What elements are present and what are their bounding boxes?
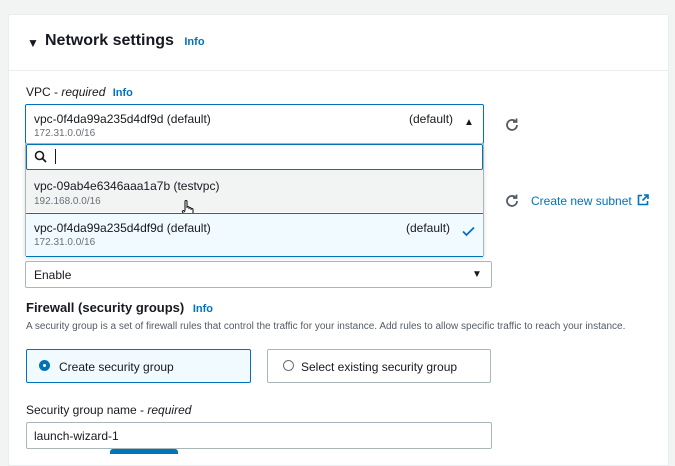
text-cursor (55, 149, 56, 164)
firewall-info-link[interactable]: Info (193, 303, 213, 315)
collapse-caret-icon[interactable]: ▼ (27, 36, 39, 50)
vpc-search-input[interactable] (26, 144, 483, 170)
radio-selected[interactable] (39, 360, 50, 371)
vpc-selected-tag: (default) (409, 112, 454, 126)
external-link-icon (637, 194, 649, 206)
check-icon (462, 226, 475, 237)
vpc-option[interactable]: vpc-09ab4e6346aaa1a7b (testvpc) 192.168.… (26, 170, 483, 218)
firewall-title: Firewall (security groups) Info (26, 300, 213, 315)
caret-up-icon: ▲ (464, 117, 474, 128)
vpc-selected-id: vpc-0f4da99a235d4df9d (default) (34, 112, 211, 126)
search-icon (34, 150, 47, 163)
refresh-subnet-icon[interactable] (504, 193, 520, 209)
select-existing-security-group-option[interactable]: Select existing security group (267, 349, 491, 383)
vpc-option-selected[interactable]: vpc-0f4da99a235d4df9d (default) 172.31.0… (26, 213, 483, 257)
create-security-group-option[interactable]: Create security group (26, 349, 251, 383)
security-group-name-input[interactable]: launch-wizard-1 (26, 422, 492, 449)
create-new-subnet-link[interactable]: Create new subnet (531, 194, 649, 208)
security-group-name-label: Security group name - required (26, 403, 192, 417)
section-title: Network settings Info (45, 32, 205, 49)
auto-assign-ip-select[interactable]: Enable ▼ (25, 261, 492, 288)
refresh-vpc-icon[interactable] (504, 117, 520, 133)
vpc-label: VPC - required Info (26, 85, 133, 99)
firewall-description: A security group is a set of firewall ru… (26, 321, 626, 332)
info-link[interactable]: Info (184, 36, 204, 48)
partial-button[interactable] (110, 449, 178, 454)
vpc-dropdown: vpc-09ab4e6346aaa1a7b (testvpc) 192.168.… (25, 143, 484, 257)
radio-unselected[interactable] (283, 360, 294, 371)
vpc-info-link[interactable]: Info (113, 87, 133, 99)
vpc-selected-cidr: 172.31.0.0/16 (34, 128, 96, 139)
caret-down-icon: ▼ (472, 269, 482, 280)
section-header[interactable]: ▼ Network settings Info (9, 15, 668, 71)
vpc-select[interactable]: vpc-0f4da99a235d4df9d (default) 172.31.0… (25, 104, 484, 144)
